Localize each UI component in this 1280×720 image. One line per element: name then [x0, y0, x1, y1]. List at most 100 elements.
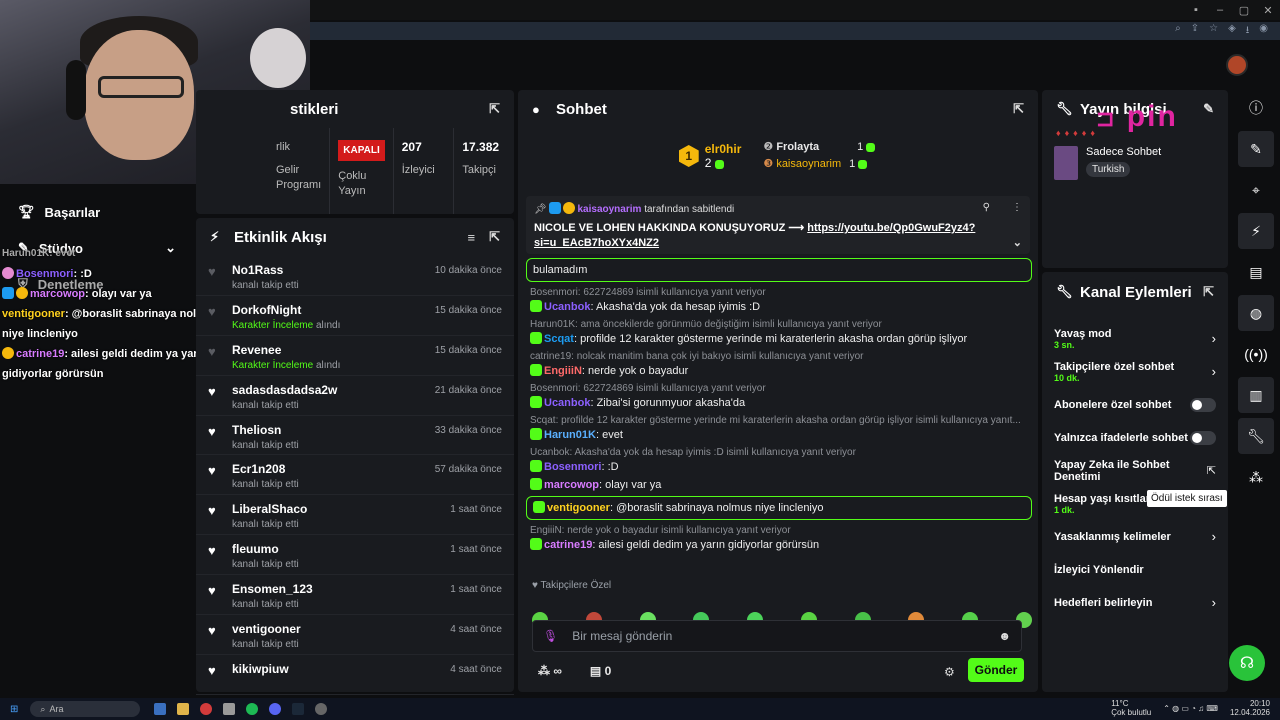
close-icon[interactable]: ✕: [1256, 0, 1280, 20]
chat-message[interactable]: EngiiiN: nerde yok o bayadur isimli kull…: [526, 522, 1032, 554]
channel-action[interactable]: Takipçilere özel sohbet 10 dk. ›: [1042, 355, 1228, 388]
app-icon[interactable]: [315, 703, 328, 715]
send-button[interactable]: Gönder: [968, 658, 1024, 682]
folder-icon[interactable]: [177, 703, 190, 715]
activity-item[interactable]: ♥ kikiwpiuw 4 saat önce: [196, 655, 514, 695]
focus-icon[interactable]: ⌖: [1238, 172, 1274, 208]
chat-message[interactable]: catrine19: nolcak manitim bana çok iyi b…: [526, 348, 1032, 380]
mic-icon[interactable]: 🎙︎: [543, 629, 558, 643]
channel-action[interactable]: İzleyici Yönlendir: [1042, 553, 1228, 586]
spotify-icon[interactable]: [246, 703, 259, 715]
activity-item[interactable]: ♥ Theliosn kanalı takip etti 33 dakika ön…: [196, 416, 514, 456]
activity-item[interactable]: ♥ ventigooner kanalı takip etti 4 saat ön…: [196, 615, 514, 655]
activity-item[interactable]: ♥ DorkofNight Karakter İnceleme alındı 15…: [196, 296, 514, 336]
discord-icon[interactable]: [269, 703, 282, 715]
chat-input[interactable]: 🎙︎ Bir mesaj gönderin ☻: [532, 620, 1022, 652]
emoji-icon[interactable]: ☻: [998, 629, 1011, 643]
activity-user[interactable]: kikiwpiuw: [232, 662, 450, 676]
activity-user[interactable]: sadasdasdadsa2w: [232, 383, 435, 397]
activity-user[interactable]: Theliosn: [232, 423, 435, 437]
minimize-icon[interactable]: –: [1208, 0, 1232, 20]
nav-achievements[interactable]: 🏆︎ Başarılar: [0, 194, 194, 230]
chat-username[interactable]: Ucanbok: [544, 397, 590, 409]
zoom-icon[interactable]: ⌕: [1175, 23, 1181, 40]
layout-icon[interactable]: ▥: [1238, 377, 1274, 413]
activity-item[interactable]: ♥ Revenee Karakter İnceleme alındı 15 dak…: [196, 336, 514, 376]
activity-user[interactable]: No1Rass: [232, 263, 435, 277]
category-name[interactable]: Sadece Sohbet: [1086, 146, 1161, 158]
share-icon[interactable]: ⇪: [1191, 23, 1199, 40]
chat-username[interactable]: ventigooner: [547, 502, 610, 514]
activity-item[interactable]: ♥ sadasdasdadsa2w kanalı takip etti 21 da…: [196, 376, 514, 416]
taskbar-search[interactable]: ⌕ Ara: [30, 701, 141, 717]
chat-username[interactable]: EngiiiN: [544, 365, 582, 377]
channel-action[interactable]: Yapay Zeka ile Sohbet Denetimi ⇱: [1042, 454, 1228, 487]
reward-queue-icon[interactable]: ⁂: [1238, 459, 1274, 495]
star-icon[interactable]: ☆: [1209, 23, 1218, 40]
activity-user[interactable]: fleuumo: [232, 542, 450, 556]
channel-action[interactable]: Hedefleri belirleyin ›: [1042, 586, 1228, 619]
activity-user[interactable]: DorkofNight: [232, 303, 435, 317]
chat-username[interactable]: catrine19: [544, 539, 592, 551]
edit-icon[interactable]: ✎: [1203, 101, 1214, 117]
chat-message[interactable]: marcowop: olayı var ya: [526, 476, 1032, 494]
profile-icon[interactable]: ◉: [1259, 23, 1268, 40]
popout-icon[interactable]: ⇱: [1013, 101, 1024, 117]
activity-item[interactable]: ♥ fleuumo kanalı takip etti 1 saat önce: [196, 535, 514, 576]
support-button[interactable]: ☊: [1229, 645, 1265, 681]
chat-icon[interactable]: ◍: [1238, 295, 1274, 331]
chat-message[interactable]: Bosenmori: 622724869 isimli kullanıcıya …: [526, 284, 1032, 316]
activity-item[interactable]: ♥ Ensomen_123 kanalı takip etti 1 saat ön…: [196, 575, 514, 616]
chevron-down-icon[interactable]: ⌄: [1013, 236, 1022, 251]
pencil-icon[interactable]: ✎: [1238, 131, 1274, 167]
pinned-message[interactable]: 📌︎ kaisaoynarim tarafından sabitlendi ⋮ ⚲ …: [526, 196, 1030, 254]
activity-user[interactable]: ventigooner: [232, 622, 450, 636]
chat-username[interactable]: Scqat: [544, 333, 574, 345]
browser-icon[interactable]: [200, 703, 213, 715]
channel-action[interactable]: Yavaş mod 3 sn. ›: [1042, 322, 1228, 355]
chat-message[interactable]: Scqat: profilde 12 karakter gösterme yer…: [526, 412, 1032, 444]
app-icon[interactable]: [223, 703, 236, 715]
notes-icon[interactable]: ▤: [1238, 254, 1274, 290]
extension-icon[interactable]: ◈: [1228, 23, 1236, 40]
steam-icon[interactable]: [292, 703, 305, 715]
activity-item[interactable]: ♥ No1Rass kanalı takip etti 10 dakika önc…: [196, 256, 514, 296]
activity-item[interactable]: ♥ LiberalShaco kanalı takip etti 1 saat ö…: [196, 495, 514, 536]
chat-username[interactable]: Harun01K: [544, 429, 596, 441]
chat-message[interactable]: bulamadım: [526, 258, 1032, 282]
activity-user[interactable]: Ensomen_123: [232, 582, 450, 596]
activity-item[interactable]: ♥ Ecr1n208 kanalı takip etti 57 dakika ön…: [196, 455, 514, 496]
chat-message[interactable]: ventigooner: @boraslit sabrinaya nolmus …: [526, 496, 1032, 520]
leader-name[interactable]: elr0hir: [705, 142, 742, 156]
chat-username[interactable]: Bosenmori: [544, 461, 601, 473]
wrench-icon[interactable]: 🔧︎: [1238, 418, 1274, 454]
popout-icon[interactable]: ⇱: [489, 229, 500, 245]
chat-username[interactable]: marcowop: [544, 479, 599, 491]
unpin-icon[interactable]: ⚲: [983, 202, 990, 213]
info-icon[interactable]: ⓘ: [1238, 90, 1274, 126]
broadcast-icon[interactable]: ((•)): [1238, 336, 1274, 372]
bolt-icon[interactable]: ⚡︎: [1238, 213, 1274, 249]
chat-username[interactable]: Ucanbok: [544, 301, 590, 313]
channel-action[interactable]: Yalnızca ifadelerle sohbet: [1042, 421, 1228, 454]
chat-message[interactable]: Ucanbok: Akasha'da yok da hesap iyimis :…: [526, 444, 1032, 476]
user-avatar[interactable]: [1226, 54, 1248, 76]
menu-icon[interactable]: ▪: [1184, 0, 1208, 20]
popout-icon[interactable]: ⇱: [1203, 284, 1214, 300]
toggle[interactable]: [1190, 430, 1216, 445]
settings-icon[interactable]: ⚙: [944, 665, 955, 679]
channel-action[interactable]: Yasaklanmış kelimeler ›: [1042, 520, 1228, 553]
filter-icon[interactable]: ≡: [468, 230, 476, 245]
windows-icon[interactable]: ⊞: [10, 704, 18, 715]
maximize-icon[interactable]: ▢: [1232, 0, 1256, 20]
download-icon[interactable]: ⭳: [1246, 23, 1250, 40]
taskview-icon[interactable]: [154, 703, 167, 715]
more-icon[interactable]: ⋮: [1012, 202, 1022, 213]
chat-message[interactable]: Bosenmori: 622724869 isimli kullanıcıya …: [526, 380, 1032, 412]
activity-user[interactable]: LiberalShaco: [232, 502, 450, 516]
activity-user[interactable]: Revenee: [232, 343, 435, 357]
chat-message[interactable]: Harun01K: ama öncekilerde görünmüo değiş…: [526, 316, 1032, 348]
address-bar[interactable]: [300, 22, 1280, 40]
toggle[interactable]: [1190, 397, 1216, 412]
popout-icon[interactable]: ⇱: [489, 101, 500, 117]
